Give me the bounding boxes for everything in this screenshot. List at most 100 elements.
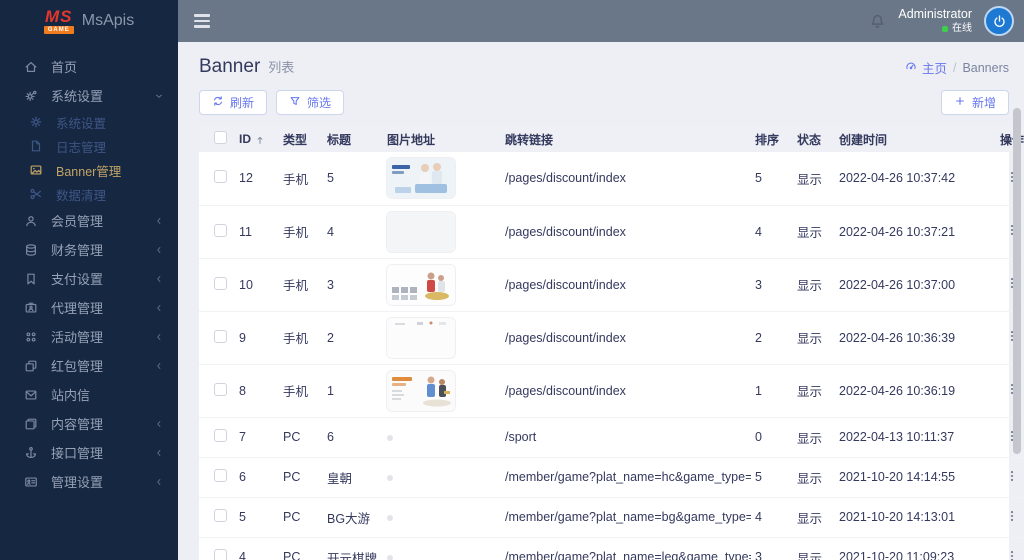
banner-thumbnail[interactable] bbox=[387, 211, 455, 252]
table-row: 12 手机 5/pages/discount/index 5 显示 2022-04-26 … bbox=[199, 152, 1024, 206]
cell-id: 12 bbox=[235, 152, 279, 206]
sidebar-item-member-management[interactable]: 会员管理 bbox=[0, 206, 178, 235]
brand[interactable]: MS GAME MsApis bbox=[0, 0, 178, 42]
banner-table-card: ID 类型 标题 图片地址 跳转链接 排序 状态 创建时间 操作 12 手机 5/p… bbox=[199, 126, 1024, 560]
row-checkbox[interactable] bbox=[213, 509, 227, 522]
banner-thumbnail[interactable] bbox=[387, 317, 455, 358]
cell-link: /pages/discount/index bbox=[501, 258, 751, 312]
sidebar-item-site-mail[interactable]: 站内信 bbox=[0, 380, 178, 409]
cell-image bbox=[383, 537, 501, 560]
user-icon bbox=[22, 214, 40, 228]
header-created: 创建时间 bbox=[835, 126, 983, 152]
cell-id: 10 bbox=[235, 258, 279, 312]
online-status-label: 在线 bbox=[952, 22, 972, 34]
breadcrumb-separator: / bbox=[952, 60, 957, 75]
sidebar-item-api-management[interactable]: 接口管理 bbox=[0, 438, 178, 467]
cell-created: 2022-04-26 10:37:21 bbox=[835, 205, 983, 259]
row-checkbox[interactable] bbox=[213, 429, 227, 442]
row-actions-button[interactable] bbox=[1005, 549, 1019, 560]
header-image: 图片地址 bbox=[383, 126, 501, 152]
sidebar-item-label: 系统设置 bbox=[51, 89, 104, 104]
broken-image-dot bbox=[387, 555, 393, 560]
sidebar-item-log-management[interactable]: 日志管理 bbox=[0, 134, 178, 158]
cell-link: /member/game?plat_name=bg&game_type=1 bbox=[501, 497, 751, 538]
brand-name: MsApis bbox=[81, 12, 135, 29]
banner-thumbnail[interactable] bbox=[387, 264, 455, 305]
row-checkbox[interactable] bbox=[213, 549, 227, 560]
row-checkbox[interactable] bbox=[213, 276, 227, 290]
chevron-down-icon bbox=[154, 91, 164, 101]
cell-status: 显示 bbox=[793, 311, 835, 365]
image-icon bbox=[27, 163, 45, 177]
sidebar-item-label: 管理设置 bbox=[51, 475, 104, 490]
cell-image bbox=[383, 205, 501, 259]
header-id[interactable]: ID bbox=[235, 126, 279, 152]
chevron-left-icon bbox=[154, 419, 164, 429]
cell-link: /pages/discount/index bbox=[501, 364, 751, 418]
plus-icon bbox=[954, 95, 966, 110]
cell-sort: 5 bbox=[751, 457, 793, 498]
header-link: 跳转链接 bbox=[501, 126, 751, 152]
sidebar-item-payment-settings[interactable]: 支付设置 bbox=[0, 264, 178, 293]
topbar-right: Administrator 在线 bbox=[869, 6, 1014, 36]
sidebar-item-activity-management[interactable]: 活动管理 bbox=[0, 322, 178, 351]
cell-type: 手机 bbox=[279, 364, 323, 418]
banner-thumbnail[interactable] bbox=[387, 158, 455, 199]
filter-button[interactable]: 筛选 bbox=[276, 90, 345, 115]
scrollbar-thumb[interactable] bbox=[1013, 108, 1021, 454]
row-checkbox[interactable] bbox=[213, 170, 227, 184]
sidebar-item-system-settings[interactable]: 系统设置 bbox=[0, 81, 178, 110]
cell-created: 2021-10-20 14:13:01 bbox=[835, 497, 983, 538]
user-menu[interactable]: Administrator 在线 bbox=[898, 7, 972, 35]
breadcrumb-home-link[interactable]: 主页 bbox=[905, 58, 947, 77]
sidebar-item-finance-management[interactable]: 财务管理 bbox=[0, 235, 178, 264]
add-button-label: 新增 bbox=[971, 96, 996, 110]
select-all-checkbox[interactable] bbox=[213, 131, 227, 144]
add-button[interactable]: 新增 bbox=[940, 90, 1009, 115]
sidebar-item-banner-management[interactable]: Banner管理 bbox=[0, 158, 178, 182]
row-actions-button[interactable] bbox=[1005, 509, 1019, 523]
home-icon bbox=[22, 60, 40, 74]
cell-type: 手机 bbox=[279, 205, 323, 259]
row-checkbox[interactable] bbox=[213, 469, 227, 482]
logout-power-button[interactable] bbox=[984, 6, 1014, 36]
online-status-dot bbox=[942, 25, 948, 32]
sidebar-item-content-management[interactable]: 内容管理 bbox=[0, 409, 178, 438]
table-row: 6 PC 皇朝/member/game?plat_name=hc&game_type… bbox=[199, 457, 1024, 498]
sidebar-item-redpacket-management[interactable]: 红包管理 bbox=[0, 351, 178, 380]
sidebar-item-admin-settings[interactable]: 管理设置 bbox=[0, 467, 178, 496]
sidebar-item-label: 数据清理 bbox=[56, 188, 107, 203]
broken-image-dot bbox=[387, 515, 393, 521]
cell-link: /sport bbox=[501, 417, 751, 458]
bell-icon[interactable] bbox=[869, 13, 886, 30]
brand-logo-game: GAME bbox=[43, 26, 74, 34]
cell-id: 9 bbox=[235, 311, 279, 365]
table-row: 5 PC BG大游/member/game?plat_name=bg&game_ty… bbox=[199, 497, 1024, 538]
sidebar-item-data-cleanup[interactable]: 数据清理 bbox=[0, 182, 178, 206]
sidebar-item-system-settings-sub[interactable]: 系统设置 bbox=[0, 110, 178, 134]
page-title: Banner bbox=[199, 56, 261, 77]
user-status: 在线 bbox=[898, 23, 972, 36]
refresh-button[interactable]: 刷新 bbox=[199, 90, 268, 115]
chevron-left-icon bbox=[154, 477, 164, 487]
chevron-left-icon bbox=[154, 448, 164, 458]
cell-status: 显示 bbox=[793, 417, 835, 458]
cell-title: 开元棋牌 bbox=[323, 537, 383, 560]
row-actions-button[interactable] bbox=[1005, 469, 1019, 483]
row-checkbox[interactable] bbox=[213, 382, 227, 396]
sidebar-item-agent-management[interactable]: 代理管理 bbox=[0, 293, 178, 322]
cell-link: /pages/discount/index bbox=[501, 152, 751, 206]
banner-thumbnail[interactable] bbox=[387, 370, 455, 411]
brand-logo-ms: MS bbox=[45, 7, 73, 26]
row-checkbox[interactable] bbox=[213, 329, 227, 343]
cell-image bbox=[383, 364, 501, 418]
cell-type: PC bbox=[279, 417, 323, 458]
sidebar-item-home[interactable]: 首页 bbox=[0, 52, 178, 81]
cell-sort: 3 bbox=[751, 258, 793, 312]
sort-up-icon[interactable] bbox=[254, 134, 266, 146]
cell-link: /member/game?plat_name=hc&game_type=2 bbox=[501, 457, 751, 498]
menu-toggle-icon[interactable] bbox=[188, 6, 218, 36]
sidebar-item-label: 内容管理 bbox=[51, 417, 104, 432]
row-checkbox[interactable] bbox=[213, 223, 227, 237]
banner-table: ID 类型 标题 图片地址 跳转链接 排序 状态 创建时间 操作 12 手机 5/p… bbox=[199, 126, 1024, 560]
